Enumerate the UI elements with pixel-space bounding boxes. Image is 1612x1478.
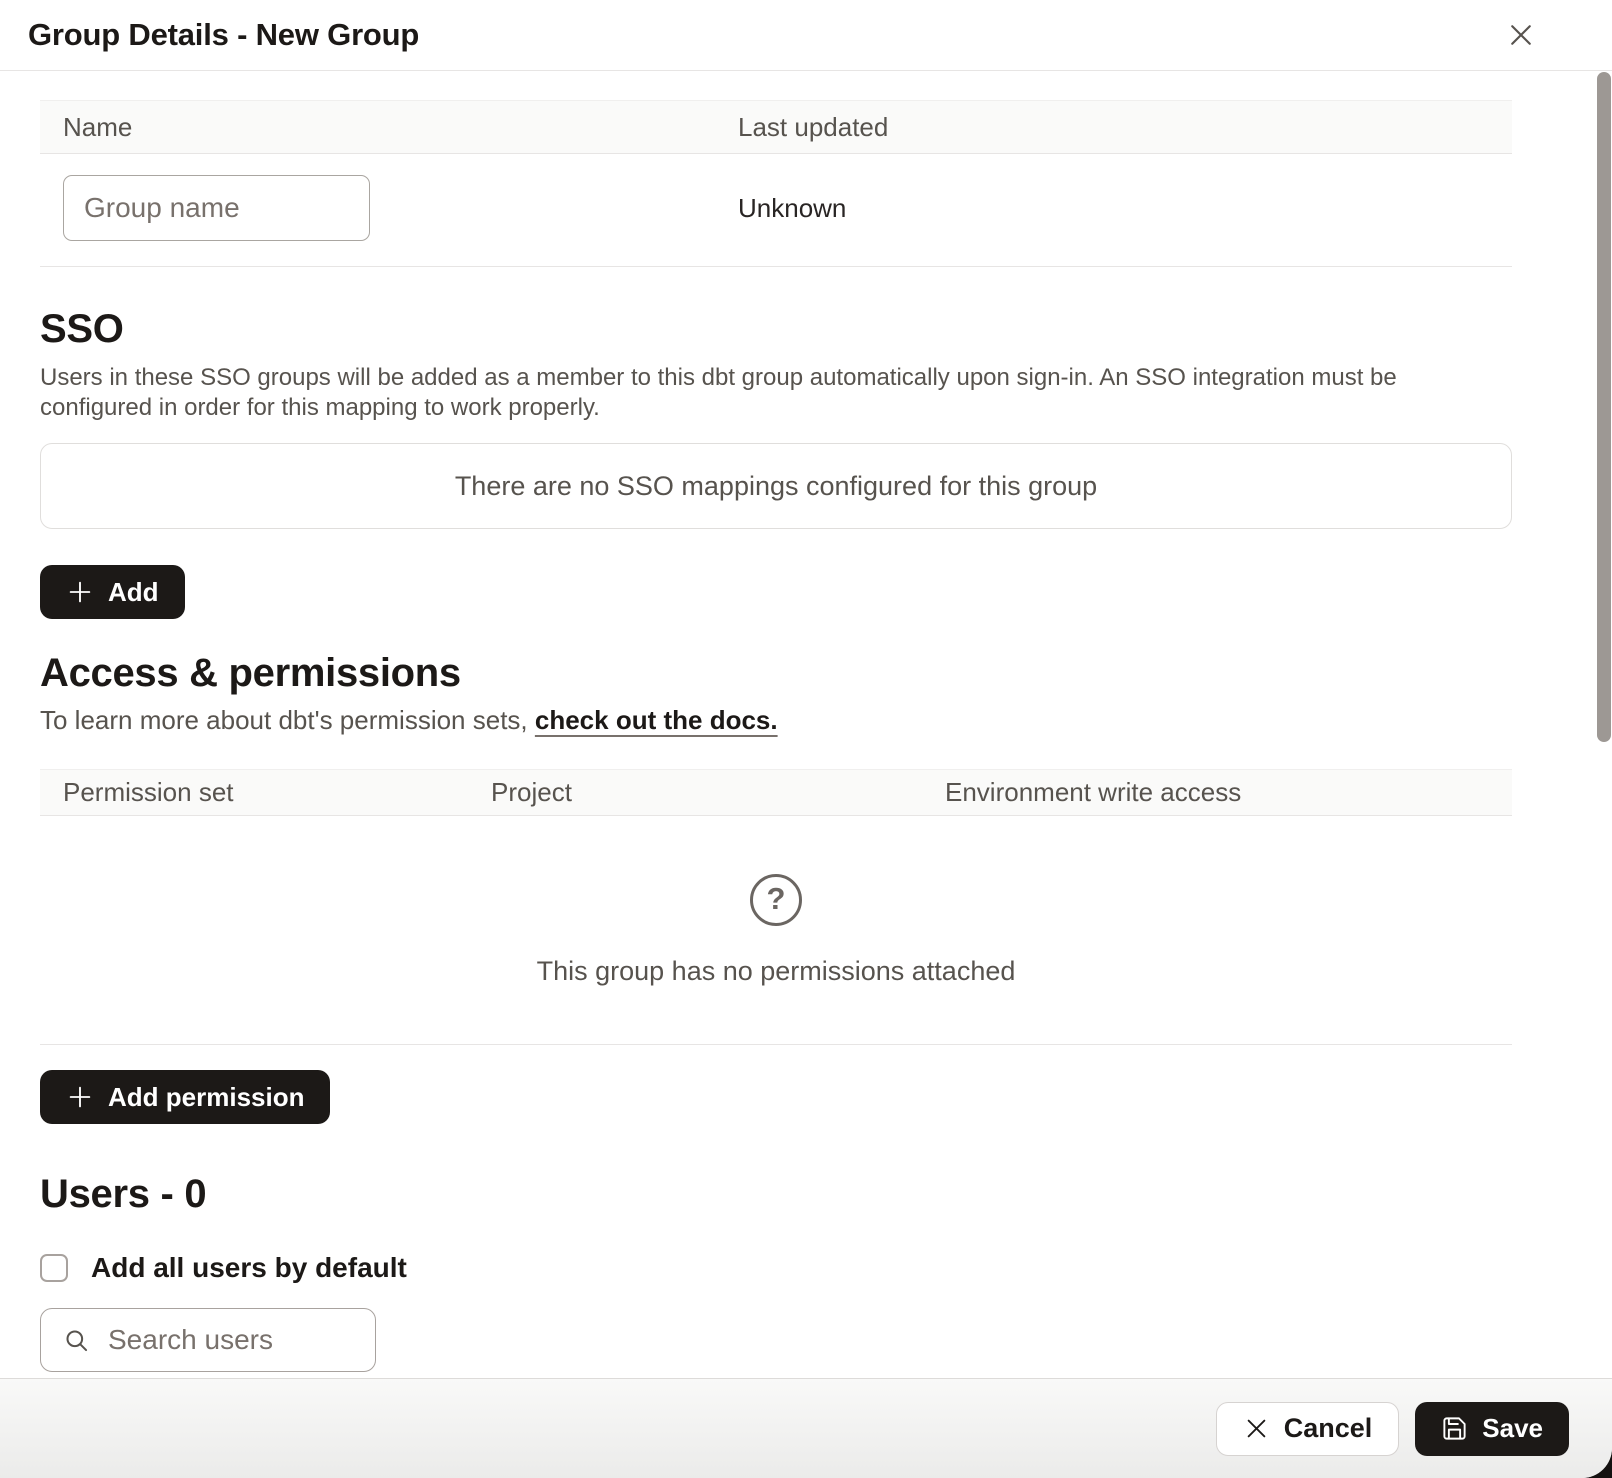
x-icon	[1243, 1415, 1270, 1442]
group-name-table-header: Name Last updated	[40, 100, 1512, 154]
last-updated-value: Unknown	[738, 193, 1512, 224]
floppy-disk-icon	[1441, 1415, 1468, 1442]
group-name-row: Unknown	[40, 154, 1512, 267]
vertical-scrollbar-thumb[interactable]	[1597, 72, 1611, 742]
docs-link[interactable]: check out the docs.	[535, 705, 778, 735]
permissions-intro-text: To learn more about dbt's permission set…	[40, 705, 535, 735]
add-all-users-label[interactable]: Add all users by default	[91, 1252, 407, 1284]
add-permission-button[interactable]: Add permission	[40, 1070, 330, 1124]
permissions-docs-line: To learn more about dbt's permission set…	[40, 705, 1512, 735]
column-header-project: Project	[491, 777, 945, 808]
add-all-users-checkbox[interactable]	[40, 1254, 68, 1282]
column-header-permission-set: Permission set	[40, 777, 491, 808]
cancel-label: Cancel	[1284, 1413, 1373, 1444]
search-users-input[interactable]	[106, 1323, 359, 1357]
modal-footer: Cancel Save	[0, 1378, 1612, 1478]
add-all-users-row: Add all users by default	[40, 1252, 1512, 1284]
add-permission-label: Add permission	[108, 1082, 304, 1113]
sso-empty-state: There are no SSO mappings configured for…	[40, 443, 1512, 529]
group-details-modal: Group Details - New Group Name Last upda…	[0, 0, 1612, 1478]
permissions-empty-state: ? This group has no permissions attached	[40, 816, 1512, 1045]
users-section-heading: Users - 0	[40, 1172, 1512, 1216]
magnifier-icon	[63, 1327, 90, 1354]
permissions-section-heading: Access & permissions	[40, 651, 1512, 695]
question-mark-icon: ?	[750, 874, 802, 926]
save-label: Save	[1482, 1413, 1543, 1444]
save-button[interactable]: Save	[1415, 1402, 1569, 1456]
sso-section-description: Users in these SSO groups will be added …	[40, 363, 1512, 423]
modal-header: Group Details - New Group	[0, 0, 1612, 71]
search-users-field	[40, 1308, 376, 1372]
plus-icon	[66, 578, 94, 606]
permissions-table: Permission set Project Environment write…	[40, 769, 1512, 1045]
plus-icon	[66, 1083, 94, 1111]
question-glyph: ?	[767, 883, 786, 914]
permissions-table-header: Permission set Project Environment write…	[40, 769, 1512, 816]
modal-body: Name Last updated Unknown SSO Users in t…	[0, 71, 1612, 1378]
column-header-last-updated: Last updated	[738, 112, 1512, 143]
add-sso-mapping-label: Add	[108, 577, 159, 608]
modal-title: Group Details - New Group	[28, 17, 419, 53]
sso-section-heading: SSO	[40, 307, 1512, 351]
group-name-table: Name Last updated Unknown	[40, 100, 1512, 267]
close-button[interactable]	[1502, 16, 1540, 54]
column-header-name: Name	[40, 112, 738, 143]
group-name-input[interactable]	[63, 175, 370, 241]
add-sso-mapping-button[interactable]: Add	[40, 565, 185, 619]
close-icon	[1506, 20, 1536, 50]
permissions-empty-message: This group has no permissions attached	[537, 956, 1016, 987]
cancel-button[interactable]: Cancel	[1216, 1402, 1400, 1456]
sso-empty-message: There are no SSO mappings configured for…	[455, 471, 1097, 502]
column-header-environment-write-access: Environment write access	[945, 777, 1512, 808]
